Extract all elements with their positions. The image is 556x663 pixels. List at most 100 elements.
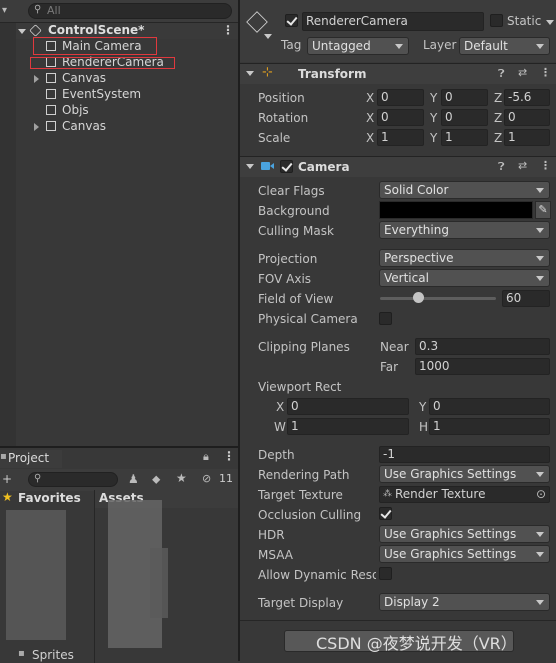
clear-flags-label: Clear Flags [258, 184, 325, 198]
target-display-value: Display 2 [384, 595, 440, 609]
hierarchy-item-objs[interactable]: Objs [0, 103, 238, 119]
projection-label: Projection [258, 252, 318, 266]
msaa-label: MSAA [258, 548, 293, 562]
gameobject-icon [46, 105, 56, 115]
filter-label-icon[interactable]: ⬥ [152, 472, 160, 487]
gameobject-icon [46, 121, 56, 131]
position-x-label: X [366, 91, 375, 105]
sprites-label: Sprites [32, 648, 74, 662]
layer-dropdown[interactable]: Default [459, 37, 550, 55]
hierarchy-item-canvas[interactable]: Canvas [0, 71, 238, 87]
scale-x-field[interactable]: 1 [377, 129, 424, 146]
target-texture-field[interactable]: ⁂ Render Texture ⊙ [379, 486, 550, 503]
project-search-input[interactable]: ⚲ [28, 472, 118, 487]
rendering-path-dropdown[interactable]: Use Graphics Settings [379, 465, 550, 483]
hierarchy-menu-icon[interactable]: ▾ [2, 5, 7, 16]
presets-icon[interactable]: ⇄ [518, 66, 527, 79]
camera-header[interactable]: Camera ❓︎ ⇄ ⋮ [240, 156, 556, 177]
near-field[interactable]: 0.3 [415, 338, 550, 355]
hierarchy-item-canvas-2[interactable]: Canvas [0, 119, 238, 135]
dynamic-resolution-checkbox[interactable] [379, 567, 392, 580]
gameobject-large-icon[interactable] [246, 11, 268, 33]
target-display-label: Target Display [258, 596, 344, 610]
physical-camera-checkbox[interactable] [379, 312, 392, 325]
fov-slider-track[interactable] [380, 297, 496, 300]
transform-header[interactable]: ⊹ Transform ❓︎ ⇄ ⋮ [240, 63, 556, 84]
far-field[interactable]: 1000 [415, 358, 550, 375]
viewport-w-field[interactable]: 1 [287, 418, 409, 435]
hierarchy-search-input[interactable]: ⚲ All [28, 3, 232, 19]
culling-mask-dropdown[interactable]: Everything [379, 221, 550, 239]
rotation-y-field[interactable]: 0 [441, 109, 488, 126]
position-z-field[interactable]: -5.6 [504, 89, 550, 106]
scale-y-field[interactable]: 1 [441, 129, 488, 146]
hidden-count: 11 [219, 472, 233, 485]
position-y-field[interactable]: 0 [441, 89, 488, 106]
favorite-star-icon[interactable]: ★ [176, 471, 187, 485]
far-label: Far [380, 360, 399, 374]
static-dropdown-icon[interactable] [546, 20, 554, 25]
help-icon[interactable]: ❓︎ [498, 160, 505, 174]
object-picker-icon[interactable]: ⊙ [536, 487, 546, 502]
position-y-label: Y [430, 91, 438, 105]
add-icon[interactable]: + [2, 472, 12, 486]
eyedropper-icon[interactable]: ✎ [535, 201, 551, 219]
object-name-field[interactable]: RendererCamera [302, 12, 484, 31]
hierarchy-item-eventsystem[interactable]: EventSystem [0, 87, 238, 103]
rotation-x-label: X [366, 111, 375, 125]
expand-arrow-icon[interactable] [34, 123, 39, 131]
inspector-bottom-divider [240, 620, 556, 621]
render-texture-icon: ⁂ [383, 489, 392, 499]
presets-icon[interactable]: ⇄ [518, 159, 527, 172]
more-icon[interactable]: ⋮ [223, 449, 235, 463]
lock-icon[interactable]: 🔒︎ [203, 450, 209, 464]
msaa-dropdown[interactable]: Use Graphics Settings [379, 545, 550, 563]
culling-mask-label: Culling Mask [258, 224, 334, 238]
rendering-path-label: Rendering Path [258, 468, 350, 482]
filter-type-icon[interactable]: ♟ [128, 472, 139, 486]
scale-z-value: 1 [508, 130, 516, 144]
projection-dropdown[interactable]: Perspective [379, 249, 550, 267]
transform-fold-icon[interactable] [246, 71, 254, 76]
background-color-field[interactable] [379, 201, 533, 219]
viewport-rect-label: Viewport Rect [258, 380, 342, 394]
camera-enabled-checkbox[interactable] [280, 160, 293, 173]
static-checkbox[interactable] [490, 14, 503, 27]
active-checkbox[interactable] [285, 14, 298, 27]
far-value: 1000 [419, 359, 450, 373]
scene-more-icon[interactable]: ⋮ [222, 23, 234, 37]
depth-label: Depth [258, 448, 295, 462]
component-more-icon[interactable]: ⋮ [540, 159, 551, 172]
rotation-x-field[interactable]: 0 [377, 109, 424, 126]
expand-arrow-icon[interactable] [34, 75, 39, 83]
target-display-dropdown[interactable]: Display 2 [379, 593, 550, 611]
scale-label: Scale [258, 131, 291, 145]
position-x-value: 0 [381, 90, 389, 104]
occlusion-culling-checkbox[interactable] [379, 507, 392, 520]
viewport-h-field[interactable]: 1 [429, 418, 550, 435]
scale-z-field[interactable]: 1 [504, 129, 550, 146]
hdr-dropdown[interactable]: Use Graphics Settings [379, 525, 550, 543]
scene-expand-icon[interactable] [18, 29, 26, 34]
position-label: Position [258, 91, 305, 105]
viewport-y-field[interactable]: 0 [429, 398, 550, 415]
favorites-label: Favorites [18, 491, 81, 505]
star-icon: ★ [2, 490, 13, 504]
depth-field[interactable]: -1 [379, 446, 550, 463]
viewport-x-field[interactable]: 0 [287, 398, 409, 415]
favorites-header[interactable]: ★ Favorites [0, 490, 94, 508]
clear-flags-dropdown[interactable]: Solid Color [379, 181, 550, 199]
position-x-field[interactable]: 0 [377, 89, 424, 106]
help-icon[interactable]: ❓︎ [498, 67, 505, 81]
component-more-icon[interactable]: ⋮ [540, 66, 551, 79]
fov-axis-dropdown[interactable]: Vertical [379, 269, 550, 287]
tag-dropdown[interactable]: Untagged [307, 37, 409, 55]
project-tab[interactable]: ▪ Project [0, 450, 62, 468]
hidden-eye-icon[interactable]: ⊘ [202, 472, 211, 485]
hdr-value: Use Graphics Settings [384, 527, 517, 541]
fov-field[interactable]: 60 [502, 290, 550, 307]
position-z-value: -5.6 [508, 90, 532, 104]
rotation-z-field[interactable]: 0 [504, 109, 550, 126]
icon-dropdown-icon[interactable] [264, 34, 272, 39]
camera-fold-icon[interactable] [246, 164, 254, 169]
